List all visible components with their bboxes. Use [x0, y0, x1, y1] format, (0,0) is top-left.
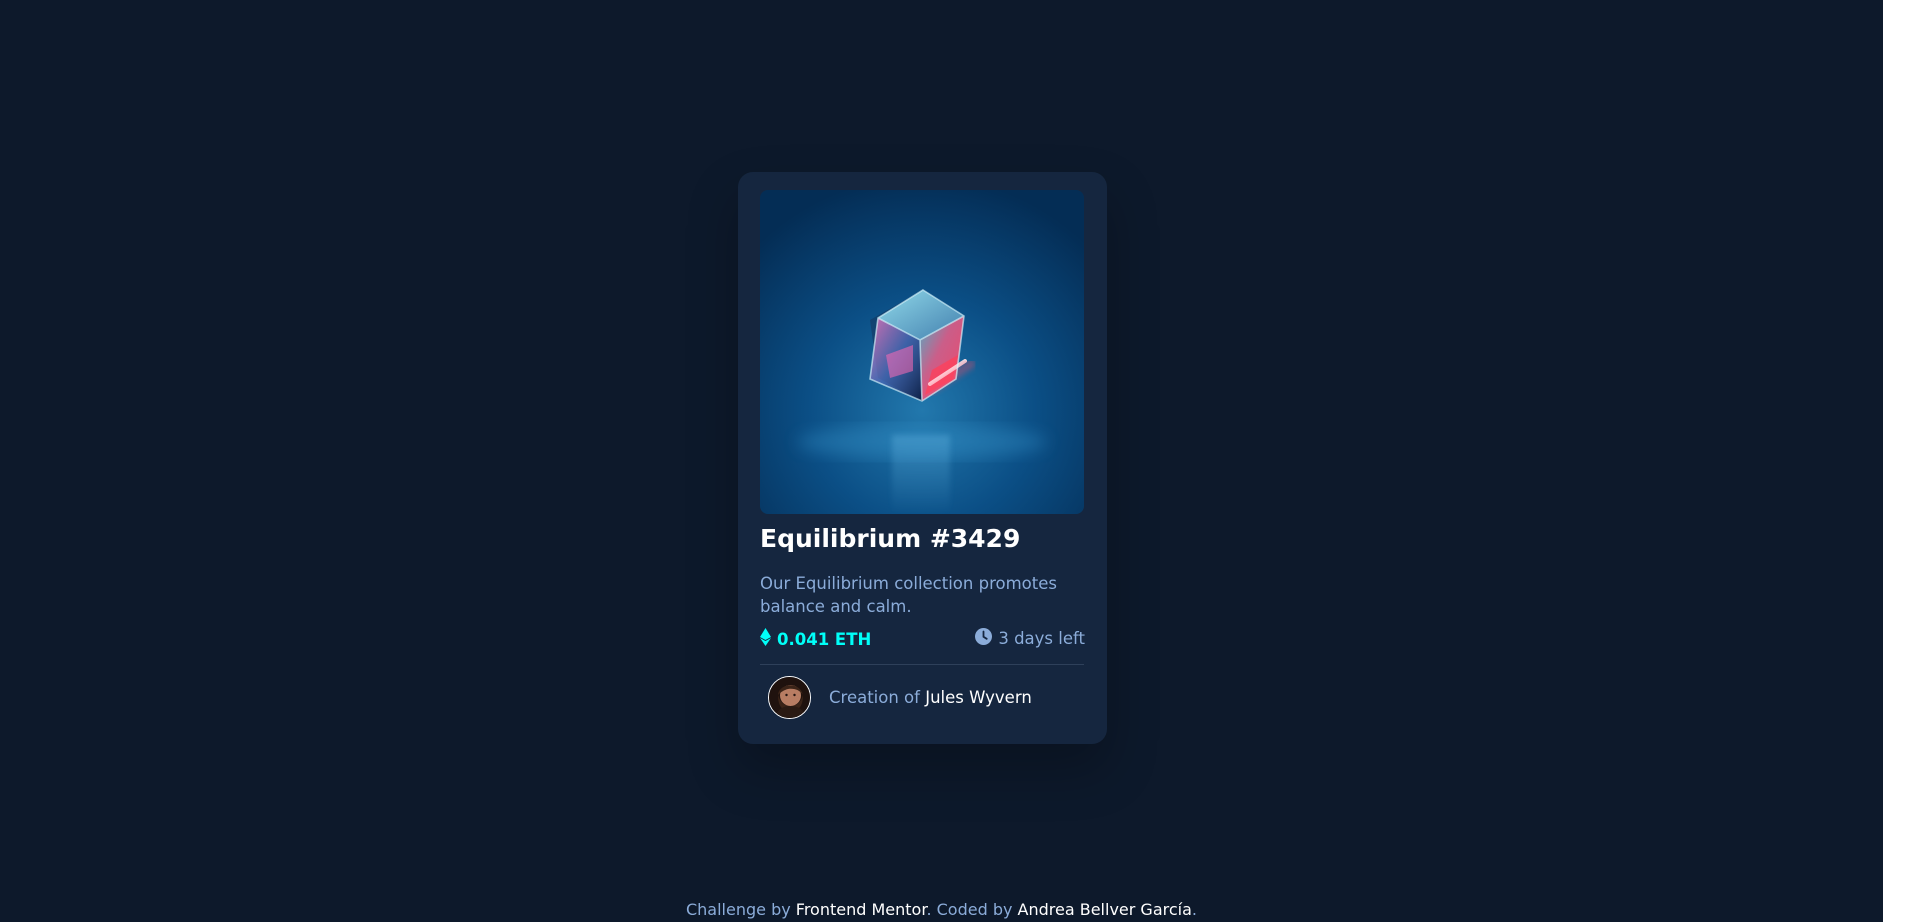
time-left-value: 3 days left [998, 629, 1085, 648]
price-display: 0.041 ETH [760, 628, 871, 650]
creator-credit: Creation of Jules Wyvern [829, 688, 1032, 707]
price-value: 0.041 ETH [777, 629, 872, 649]
attribution: Challenge by Frontend Mentor. Coded by A… [0, 900, 1883, 919]
attribution-middle: . Coded by [926, 900, 1018, 919]
page-background: Equilibrium #3429 Our Equilibrium collec… [0, 0, 1883, 922]
creator-avatar [768, 676, 811, 719]
time-left-display: 3 days left [975, 628, 1085, 649]
frontend-mentor-link[interactable]: Frontend Mentor [796, 900, 927, 919]
attribution-prefix: Challenge by [685, 900, 796, 919]
attribution-suffix: . [1191, 900, 1197, 919]
author-link[interactable]: Andrea Bellver García [1018, 900, 1192, 919]
divider [760, 664, 1084, 665]
nft-title[interactable]: Equilibrium #3429 [760, 524, 1020, 553]
creator-name-link[interactable]: Jules Wyvern [925, 688, 1032, 707]
clock-icon [975, 628, 993, 649]
equilibrium-image[interactable] [760, 190, 1084, 514]
nft-preview-card: Equilibrium #3429 Our Equilibrium collec… [738, 172, 1107, 744]
creator-info: Creation of Jules Wyvern [768, 676, 1032, 719]
nft-description: Our Equilibrium collection promotes bala… [760, 574, 1057, 616]
ethereum-icon [760, 628, 771, 650]
creator-prefix: Creation of [829, 688, 926, 707]
